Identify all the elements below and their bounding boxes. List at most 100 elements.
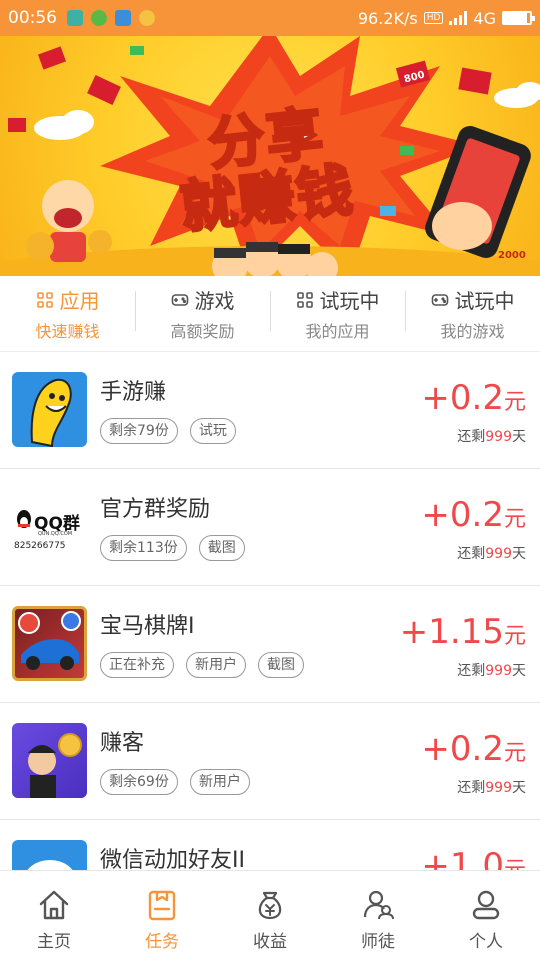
tab-my-apps[interactable]: 试玩中 我的应用 xyxy=(270,285,405,342)
tab-label: 试玩中 xyxy=(319,289,380,313)
task-remaining: 还剩999天 xyxy=(457,426,526,446)
tab-sublabel: 我的游戏 xyxy=(440,322,505,341)
category-tabs: 应用 快速赚钱 游戏 高额奖励 试玩中 我的应用 试玩中 我的游戏 xyxy=(0,276,540,352)
task-list: 手游赚 剩余79份 试玩 +0.2 元 还剩999天 QQ群 QUN.QQ.COM… xyxy=(0,352,540,870)
remain-prefix: 还剩 xyxy=(457,780,486,796)
task-tag: 截图 xyxy=(198,535,245,561)
qq-group-domain: QUN.QQ.COM xyxy=(38,531,73,537)
task-tags: 剩余69份 新用户 xyxy=(100,769,250,795)
reward-amount: +0.2 xyxy=(421,729,504,769)
task-tag: 剩余113份 xyxy=(100,535,187,561)
status-bar: 00:56 96.2K/s HD 4G xyxy=(0,0,540,36)
nav-earnings[interactable]: 收益 xyxy=(216,871,324,960)
task-row[interactable]: QQ群 QUN.QQ.COM 825266775 官方群奖励 剩余113份 截图… xyxy=(0,469,540,586)
tab-label: 应用 xyxy=(59,289,100,313)
hd-badge: HD xyxy=(423,12,444,24)
screenshot-icon xyxy=(67,10,83,26)
battery-fill xyxy=(504,13,528,23)
task-remaining: 还剩999天 xyxy=(457,660,526,680)
task-reward: +1.15 元 xyxy=(400,612,526,652)
apps-grid-icon xyxy=(296,291,313,308)
task-tag: 剩余69份 xyxy=(100,769,178,795)
qq-group-number: 825266775 xyxy=(14,541,66,551)
banner-badge-right: 2000 xyxy=(498,250,526,261)
nav-tasks[interactable]: 任务 xyxy=(108,871,216,960)
tab-label: 试玩中 xyxy=(454,289,515,313)
remain-suffix: 天 xyxy=(512,780,526,796)
app-thumbnail-shouyouzhuan xyxy=(12,372,87,447)
remain-days: 999 xyxy=(485,780,512,796)
reward-amount: +0.2 xyxy=(421,378,504,418)
tab-sublabel: 我的应用 xyxy=(305,322,370,341)
remain-suffix: 天 xyxy=(512,663,526,679)
promo-banner[interactable]: 分享 就赚钱 800 2000 xyxy=(0,36,540,276)
reward-amount: +1.0 xyxy=(421,846,504,870)
reward-amount: +1.15 xyxy=(399,612,504,652)
task-name: 官方群奖励 xyxy=(100,497,211,522)
task-remaining: 还剩999天 xyxy=(457,543,526,563)
task-row[interactable]: 微信动加好友II +1.0元 xyxy=(0,820,540,870)
nav-label: 任务 xyxy=(145,932,179,952)
task-reward: +0.2 元 xyxy=(421,378,526,418)
reward-unit: 元 xyxy=(503,741,526,766)
app-thumbnail-baoma-qipai xyxy=(12,606,87,681)
task-remaining: 还剩999天 xyxy=(457,777,526,797)
task-tag: 截图 xyxy=(258,652,304,678)
task-row[interactable]: 手游赚 剩余79份 试玩 +0.2 元 还剩999天 xyxy=(0,352,540,469)
reward-unit: 元 xyxy=(503,507,526,532)
task-tags: 剩余113份 截图 xyxy=(100,535,245,561)
car-chips-icon xyxy=(18,611,81,670)
app-thumbnail-zhuanke xyxy=(12,723,87,798)
reward-unit: 元 xyxy=(504,852,526,870)
tab-label: 游戏 xyxy=(194,289,235,313)
remain-suffix: 天 xyxy=(512,546,526,562)
app-notification-icon xyxy=(139,10,155,26)
task-tag: 剩余79份 xyxy=(100,418,178,444)
app-thumbnail-qq-group: QQ群 QUN.QQ.COM 825266775 xyxy=(12,489,87,564)
sync-icon xyxy=(91,10,107,26)
tab-games[interactable]: 游戏 高额奖励 xyxy=(135,285,270,342)
nav-label: 收益 xyxy=(253,932,287,952)
app-thumbnail-weixin xyxy=(12,840,87,870)
nav-profile[interactable]: 个人 xyxy=(432,871,540,960)
remain-days: 999 xyxy=(485,429,512,445)
gamepad-icon xyxy=(171,293,188,306)
tab-sublabel: 高额奖励 xyxy=(170,322,235,341)
signal-icon xyxy=(449,11,468,25)
tab-sublabel: 快速赚钱 xyxy=(35,322,100,341)
battery-icon xyxy=(502,11,535,25)
remain-days: 999 xyxy=(485,663,512,679)
tab-apps[interactable]: 应用 快速赚钱 xyxy=(0,285,135,342)
chat-bubble-icon xyxy=(27,860,73,870)
reward-unit: 元 xyxy=(503,390,526,415)
tab-my-games[interactable]: 试玩中 我的游戏 xyxy=(405,285,540,342)
network-speed: 96.2K/s xyxy=(357,8,418,28)
remain-prefix: 还剩 xyxy=(457,663,486,679)
nav-mentor[interactable]: 师徒 xyxy=(324,871,432,960)
remain-suffix: 天 xyxy=(512,429,526,445)
task-tags: 正在补充 新用户 截图 xyxy=(100,652,304,678)
nav-home[interactable]: 主页 xyxy=(0,871,108,960)
network-type: 4G xyxy=(473,8,496,28)
task-tag: 正在补充 xyxy=(100,652,174,678)
nav-label: 个人 xyxy=(469,932,503,952)
task-reward: +0.2 元 xyxy=(421,495,526,535)
person-icon xyxy=(472,890,500,920)
task-name: 微信动加好友II xyxy=(100,848,245,870)
task-row[interactable]: 赚客 剩余69份 新用户 +0.2 元 还剩999天 xyxy=(0,703,540,820)
task-tag: 新用户 xyxy=(189,769,250,795)
home-icon xyxy=(39,890,69,920)
message-icon xyxy=(115,10,131,26)
task-tag: 试玩 xyxy=(189,418,236,444)
task-reward: +0.2 元 xyxy=(421,729,526,769)
task-row[interactable]: 宝马棋牌I 正在补充 新用户 截图 +1.15 元 还剩999天 xyxy=(0,586,540,703)
task-name: 手游赚 xyxy=(100,380,167,405)
reward-unit: 元 xyxy=(503,624,526,649)
bottom-nav: 主页 任务 收益 师徒 个人 xyxy=(0,870,540,960)
task-name: 宝马棋牌I xyxy=(100,614,195,639)
task-reward: +1.0元 xyxy=(421,846,526,870)
apps-grid-icon xyxy=(36,291,53,308)
remain-days: 999 xyxy=(485,546,512,562)
nav-label: 师徒 xyxy=(361,932,395,952)
status-time: 00:56 xyxy=(8,8,57,28)
